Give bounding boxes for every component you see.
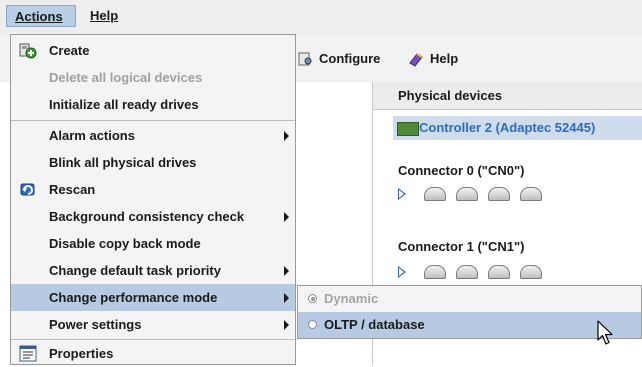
expand-arrow-icon[interactable]: [398, 188, 406, 200]
radio-icon: [308, 294, 317, 303]
menu-item-label: Delete all logical devices: [49, 70, 203, 85]
drive-icon[interactable]: [488, 265, 510, 279]
drive-icon[interactable]: [488, 187, 510, 201]
menu-item-alarm-actions[interactable]: Alarm actions: [11, 122, 295, 149]
properties-icon: [19, 345, 37, 362]
controller-label: Controller 2 (Adaptec 52445): [419, 120, 596, 135]
menu-item-label: Change performance mode: [49, 290, 218, 305]
submenu-arrow-icon: [284, 320, 289, 330]
menu-item-label: Power settings: [49, 317, 142, 332]
menu-item-create[interactable]: Create: [11, 37, 295, 64]
menu-item-properties[interactable]: Properties: [11, 340, 295, 367]
submenu-item-label: Dynamic: [324, 291, 379, 306]
actions-menu: Create Delete all logical devices Initia…: [10, 34, 296, 365]
drive-icon[interactable]: [424, 265, 446, 279]
rescan-icon: [20, 183, 35, 196]
submenu-arrow-icon: [284, 266, 289, 276]
menu-item-initialize-all-ready-drives[interactable]: Initialize all ready drives: [11, 91, 295, 118]
help-label: Help: [430, 51, 459, 66]
submenu-arrow-icon: [284, 293, 289, 303]
menu-item-label: Properties: [49, 346, 114, 361]
configure-icon: [298, 52, 312, 66]
menu-item-label: Alarm actions: [49, 128, 135, 143]
menu-item-background-consistency-check[interactable]: Background consistency check: [11, 203, 295, 230]
create-icon: [19, 43, 37, 59]
menu-item-label: Change default task priority: [49, 263, 221, 278]
menu-separator: [11, 120, 295, 121]
menu-item-label: Disable copy back mode: [49, 236, 201, 251]
radio-icon: [308, 320, 317, 329]
configure-label: Configure: [319, 51, 381, 66]
menu-item-delete-all-logical-devices[interactable]: Delete all logical devices: [11, 64, 295, 91]
menu-item-power-settings[interactable]: Power settings: [11, 311, 295, 338]
menu-help[interactable]: Help: [86, 5, 122, 27]
menu-actions[interactable]: Actions: [6, 5, 76, 27]
menu-item-blink-all-physical-drives[interactable]: Blink all physical drives: [11, 149, 295, 176]
submenu-arrow-icon: [284, 131, 289, 141]
menu-item-disable-copy-back-mode[interactable]: Disable copy back mode: [11, 230, 295, 257]
drive-icon[interactable]: [456, 265, 478, 279]
drive-icon[interactable]: [456, 187, 478, 201]
drive-icon[interactable]: [424, 187, 446, 201]
connector-1-label: Connector 1 ("CN1"): [398, 239, 525, 254]
menu-item-rescan[interactable]: Rescan: [11, 176, 295, 203]
physical-devices-header: Physical devices: [373, 82, 642, 110]
drive-icon[interactable]: [520, 187, 542, 201]
connector-0-label: Connector 0 ("CN0"): [398, 163, 525, 178]
submenu-item-dynamic[interactable]: Dynamic: [298, 286, 641, 312]
expand-arrow-icon[interactable]: [398, 266, 406, 278]
submenu-item-label: OLTP / database: [324, 317, 425, 332]
controller-icon: [397, 122, 419, 136]
controller-item[interactable]: Controller 2 (Adaptec 52445): [393, 116, 642, 140]
menu-bar: Actions Help: [0, 0, 642, 34]
menu-item-label: Create: [49, 43, 90, 58]
drive-icon[interactable]: [520, 265, 542, 279]
menu-item-label: Background consistency check: [49, 209, 245, 224]
menu-item-label: Initialize all ready drives: [49, 97, 199, 112]
performance-mode-submenu: Dynamic OLTP / database: [297, 285, 642, 339]
configure-button[interactable]: Configure: [297, 48, 380, 70]
menu-item-change-performance-mode[interactable]: Change performance mode: [11, 284, 295, 311]
mouse-cursor-icon: [597, 320, 613, 345]
help-button[interactable]: Help: [408, 48, 458, 70]
menu-item-label: Blink all physical drives: [49, 155, 197, 170]
menu-item-change-default-task-priority[interactable]: Change default task priority: [11, 257, 295, 284]
submenu-arrow-icon: [284, 212, 289, 222]
menu-item-label: Rescan: [49, 182, 96, 197]
submenu-item-oltp-database[interactable]: OLTP / database: [298, 312, 641, 338]
help-icon: [409, 53, 423, 67]
